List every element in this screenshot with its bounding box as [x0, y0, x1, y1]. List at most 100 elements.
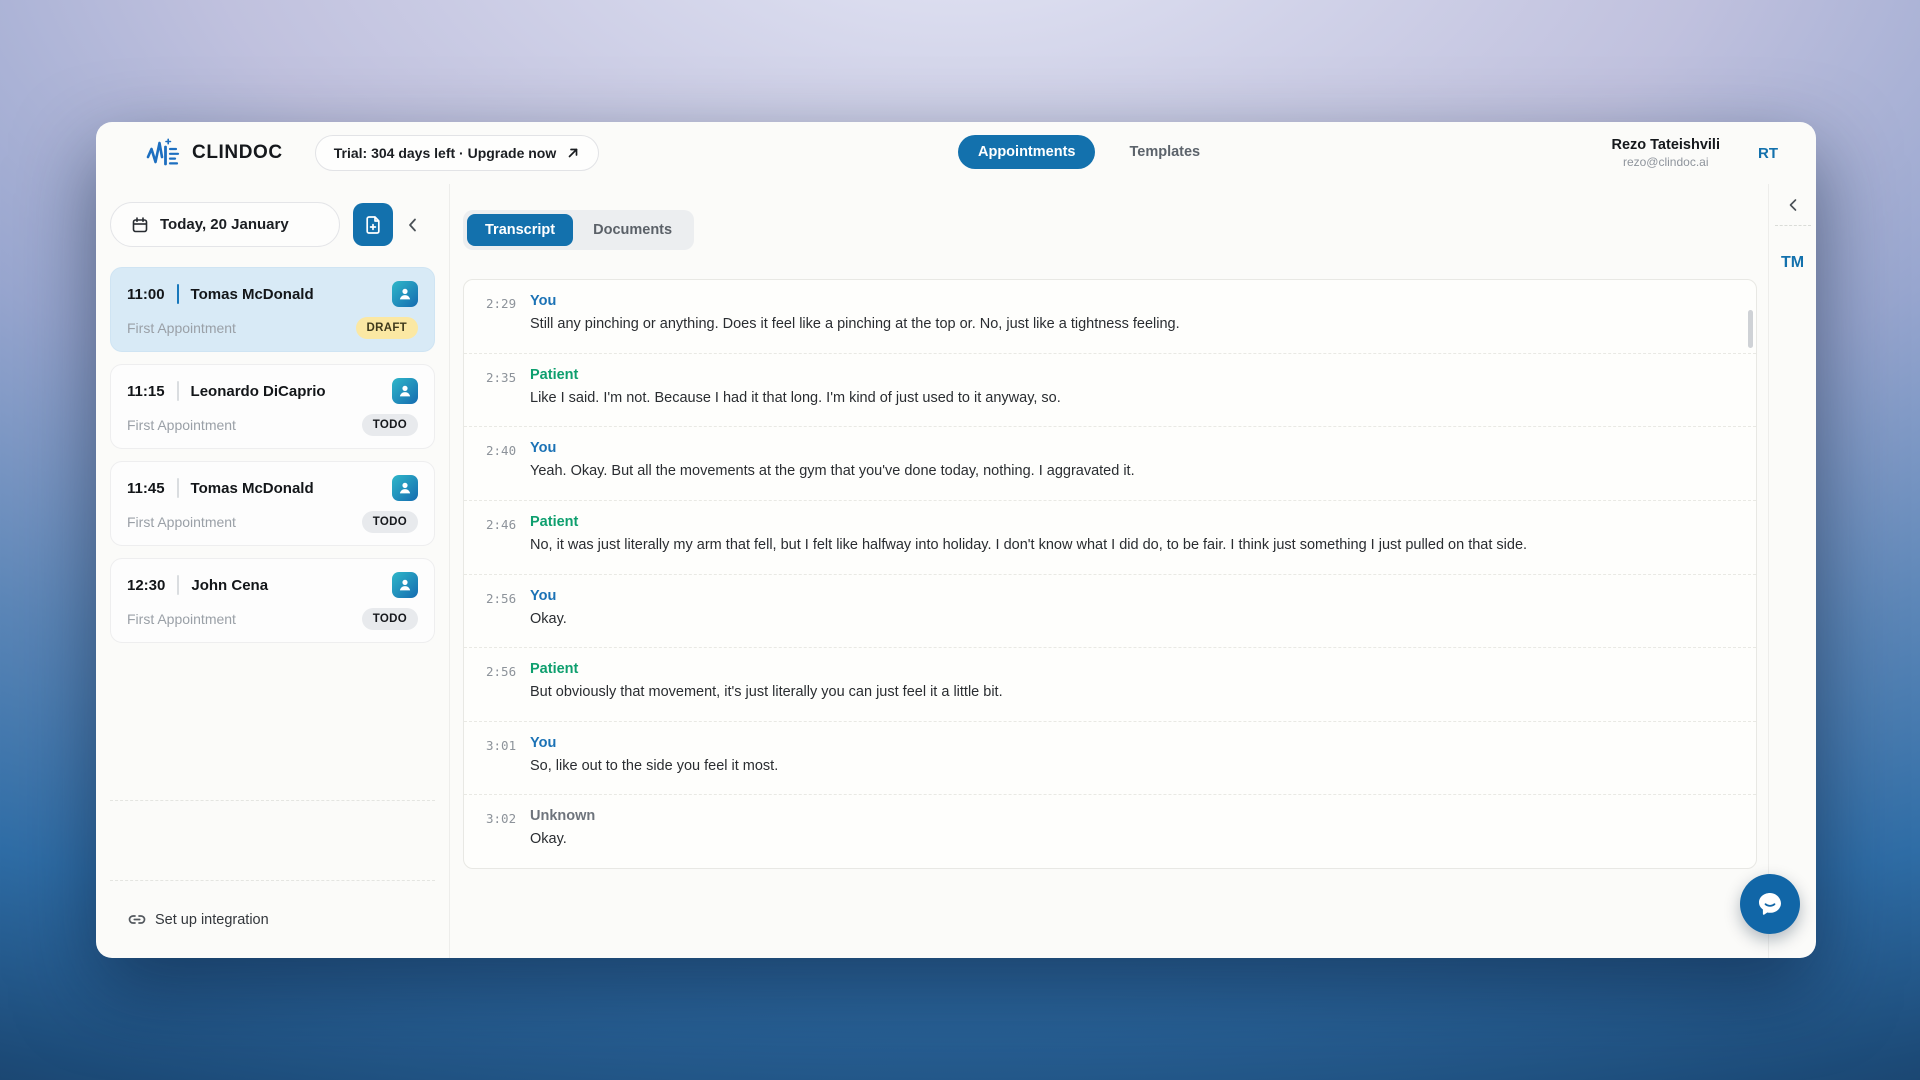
person-icon — [398, 287, 412, 301]
appointments-sidebar: Today, 20 January — [96, 184, 450, 958]
main-panel: TranscriptDocuments 2:29 You Still any p… — [450, 184, 1768, 958]
transcript-timestamp: 2:46 — [464, 514, 530, 574]
brand: CLINDOC — [146, 138, 283, 168]
sidebar-collapse-button[interactable] — [407, 217, 418, 233]
date-label: Today, 20 January — [160, 216, 289, 233]
appointment-divider — [177, 575, 179, 595]
appointment-divider — [177, 381, 179, 401]
appointment-list: 11:00 Tomas McDonald First Ap — [110, 267, 435, 643]
setup-integration-link[interactable]: Set up integration — [110, 880, 435, 958]
transcript-row: 2:40 You Yeah. Okay. But all the movemen… — [464, 427, 1756, 501]
appointment-time: 11:00 — [127, 286, 165, 303]
user-avatar-initials[interactable]: RT — [1758, 145, 1786, 162]
user-name: Rezo Tateishvili — [1611, 137, 1720, 153]
chat-bubble-icon — [1754, 888, 1786, 920]
calendar-icon — [131, 216, 149, 234]
setup-integration-label: Set up integration — [155, 912, 269, 928]
transcript-panel: 2:29 You Still any pinching or anything.… — [463, 279, 1757, 869]
transcript-speaker: Patient — [530, 661, 1003, 677]
transcript-text: Still any pinching or anything. Does it … — [530, 316, 1180, 332]
transcript-text: So, like out to the side you feel it mos… — [530, 758, 778, 774]
appointment-card[interactable]: 12:30 John Cena First Appoint — [110, 558, 435, 643]
transcript-row: 2:35 Patient Like I said. I'm not. Becau… — [464, 354, 1756, 428]
person-icon — [398, 384, 412, 398]
transcript-entry: Unknown Okay. — [530, 808, 595, 868]
transcript-entry: You Okay. — [530, 588, 567, 648]
transcript-entry: You Still any pinching or anything. Does… — [530, 293, 1180, 353]
transcript-rows: 2:29 You Still any pinching or anything.… — [464, 280, 1756, 868]
main-nav-tabs: Appointments Templates — [958, 135, 1220, 169]
person-icon — [398, 481, 412, 495]
nav-tab[interactable]: Appointments — [958, 135, 1095, 169]
transcript-row: 3:02 Unknown Okay. — [464, 795, 1756, 868]
appointment-row-top: 11:00 Tomas McDonald — [127, 281, 418, 307]
transcript-text: Okay. — [530, 611, 567, 627]
desktop-background: { "header": { "brand": "CLINDOC", "trial… — [0, 0, 1920, 1080]
patient-avatar — [392, 281, 418, 307]
appointment-type: First Appointment — [127, 320, 236, 336]
date-picker-button[interactable]: Today, 20 January — [110, 202, 340, 247]
link-icon — [128, 912, 146, 927]
chevron-left-icon — [407, 217, 418, 233]
patient-tab-initials[interactable]: TM — [1781, 254, 1804, 272]
rail-collapse-button[interactable] — [1788, 198, 1798, 212]
user-info: Rezo Tateishvili rezo@clindoc.ai RT — [1611, 137, 1786, 169]
person-icon — [398, 578, 412, 592]
scrollbar-thumb[interactable] — [1748, 310, 1753, 348]
transcript-row: 2:29 You Still any pinching or anything.… — [464, 280, 1756, 354]
appointment-time: 11:45 — [127, 480, 165, 497]
appointment-card[interactable]: 11:00 Tomas McDonald First Ap — [110, 267, 435, 352]
appointment-row-bottom: First Appointment TODO — [127, 511, 418, 533]
transcript-speaker: You — [530, 588, 567, 604]
transcript-text: Yeah. Okay. But all the movements at the… — [530, 463, 1135, 479]
appointment-row-top: 11:45 Tomas McDonald — [127, 475, 418, 501]
arrow-up-right-icon — [566, 146, 580, 160]
support-chat-button[interactable] — [1740, 874, 1800, 934]
appointment-card[interactable]: 11:45 Tomas McDonald First Ap — [110, 461, 435, 546]
transcript-timestamp: 2:35 — [464, 367, 530, 427]
patient-avatar — [392, 475, 418, 501]
user-meta: Rezo Tateishvili rezo@clindoc.ai — [1611, 137, 1720, 169]
transcript-entry: You So, like out to the side you feel it… — [530, 735, 778, 795]
trial-text: Trial: 304 days left · Upgrade now — [334, 145, 557, 161]
appointment-patient-name: Leonardo DiCaprio — [191, 383, 326, 400]
new-appointment-button[interactable] — [353, 203, 393, 246]
transcript-row: 2:56 You Okay. — [464, 575, 1756, 649]
nav-tab[interactable]: Templates — [1109, 135, 1220, 169]
appointment-patient-name: Tomas McDonald — [191, 286, 314, 303]
transcript-text: Like I said. I'm not. Because I had it t… — [530, 390, 1061, 406]
appointment-type: First Appointment — [127, 417, 236, 433]
appointment-row-top: 11:15 Leonardo DiCaprio — [127, 378, 418, 404]
sidebar-toolbar: Today, 20 January — [110, 202, 435, 247]
trial-upgrade-pill[interactable]: Trial: 304 days left · Upgrade now — [315, 135, 600, 171]
content-tab[interactable]: Documents — [575, 214, 690, 246]
transcript-entry: Patient But obviously that movement, it'… — [530, 661, 1003, 721]
appointment-row-bottom: First Appointment TODO — [127, 608, 418, 630]
transcript-timestamp: 2:56 — [464, 661, 530, 721]
appointment-card[interactable]: 11:15 Leonardo DiCaprio First — [110, 364, 435, 449]
appointment-row-bottom: First Appointment DRAFT — [127, 317, 418, 339]
appointment-type: First Appointment — [127, 514, 236, 530]
transcript-speaker: Unknown — [530, 808, 595, 824]
content-tab[interactable]: Transcript — [467, 214, 573, 246]
sidebar-divider — [110, 800, 435, 801]
transcript-entry: Patient No, it was just literally my arm… — [530, 514, 1527, 574]
rail-divider — [1775, 225, 1811, 226]
appointment-time: 12:30 — [127, 577, 165, 594]
patient-avatar — [392, 572, 418, 598]
appointment-row-bottom: First Appointment TODO — [127, 414, 418, 436]
transcript-speaker: Patient — [530, 367, 1061, 383]
transcript-speaker: You — [530, 293, 1180, 309]
content-area: Today, 20 January — [96, 184, 1816, 958]
transcript-timestamp: 2:56 — [464, 588, 530, 648]
app-header: CLINDOC Trial: 304 days left · Upgrade n… — [96, 122, 1816, 184]
appointment-type: First Appointment — [127, 611, 236, 627]
appointment-patient-name: John Cena — [191, 577, 268, 594]
status-badge: TODO — [362, 414, 418, 436]
transcript-text: But obviously that movement, it's just l… — [530, 684, 1003, 700]
transcript-entry: You Yeah. Okay. But all the movements at… — [530, 440, 1135, 500]
transcript-timestamp: 2:29 — [464, 293, 530, 353]
transcript-text: No, it was just literally my arm that fe… — [530, 537, 1527, 553]
transcript-row: 3:01 You So, like out to the side you fe… — [464, 722, 1756, 796]
transcript-timestamp: 2:40 — [464, 440, 530, 500]
